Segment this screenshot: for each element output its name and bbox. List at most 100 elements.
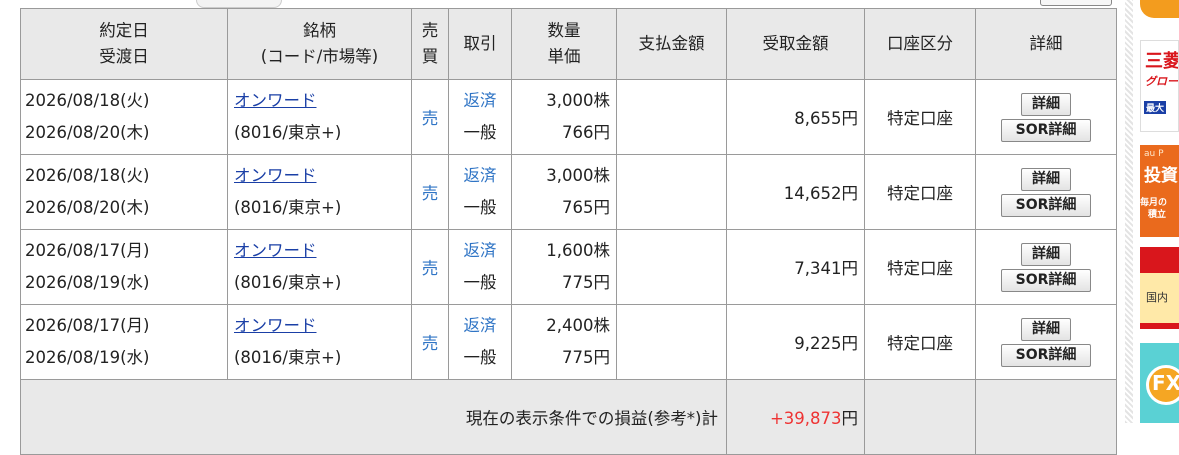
total-profit-number: +39,873 <box>769 409 842 428</box>
total-empty-account <box>864 379 976 455</box>
pay-cell <box>616 304 727 380</box>
stock-code: (8016/東京+) <box>234 198 342 217</box>
quantity: 1,600株 <box>546 241 610 260</box>
pay-cell <box>616 79 727 155</box>
stock-name-link[interactable]: オンワード <box>234 91 317 110</box>
name-cell: オンワード (8016/東京+) <box>227 154 412 230</box>
qty-cell: 3,000株 766円 <box>511 79 617 155</box>
side-cell: 売 <box>411 79 449 155</box>
trade-kind: 一般 <box>463 123 497 142</box>
receive-cell: 7,341円 <box>726 229 865 305</box>
detail-button[interactable]: 詳細 <box>1021 92 1071 116</box>
trade-type: 返済 <box>463 166 497 185</box>
trade-type: 返済 <box>463 241 497 260</box>
detail-button[interactable]: 詳細 <box>1021 167 1071 191</box>
total-value: +39,873円 <box>726 379 865 455</box>
qty-cell: 3,000株 765円 <box>511 154 617 230</box>
detail-button[interactable]: 詳細 <box>1021 317 1071 341</box>
unit-price: 766円 <box>562 123 610 142</box>
qty-cell: 2,400株 775円 <box>511 304 617 380</box>
sor-detail-button[interactable]: SOR詳細 <box>1001 268 1091 292</box>
trade-type: 返済 <box>463 316 497 335</box>
account-cell: 特定口座 <box>864 79 976 155</box>
header-qty-price[interactable]: 数量 単価 <box>511 8 617 80</box>
settle-date: 2026/08/20(木) <box>25 198 150 217</box>
ad-banner-4[interactable]: 国内 <box>1140 247 1179 329</box>
header-account[interactable]: 口座区分 <box>864 8 976 80</box>
trade-history-table: 約定日 受渡日 銘柄 (コード/市場等) 売買 取引 数量 単価 支払金額 受取金額 … <box>20 8 1117 455</box>
total-empty-detail <box>975 379 1117 455</box>
header-trade[interactable]: 取引 <box>448 8 512 80</box>
header-side[interactable]: 売買 <box>411 8 449 80</box>
receive-cell: 14,652円 <box>726 154 865 230</box>
ad-banner-3[interactable]: au P 投資 毎月の 積立 <box>1140 145 1179 237</box>
filter-pill[interactable] <box>196 0 282 8</box>
name-cell: オンワード (8016/東京+) <box>227 304 412 380</box>
settle-date: 2026/08/19(水) <box>25 348 150 367</box>
ad3-line4: 積立 <box>1148 210 1167 220</box>
table-row: 2026/08/18(火) 2026/08/20(木) オンワード (8016/東京… <box>20 79 1117 155</box>
trade-cell: 返済 一般 <box>448 154 512 230</box>
ad2-title: 三菱 <box>1145 51 1179 72</box>
trade-kind: 一般 <box>463 348 497 367</box>
date-cell: 2026/08/18(火) 2026/08/20(木) <box>20 79 228 155</box>
trade-kind: 一般 <box>463 198 497 217</box>
sidebar-gutter <box>1125 0 1133 423</box>
stock-code: (8016/東京+) <box>234 123 342 142</box>
quantity: 3,000株 <box>546 91 610 110</box>
detail-button[interactable]: 詳細 <box>1021 242 1071 266</box>
pay-cell <box>616 154 727 230</box>
side-cell: 売 <box>411 304 449 380</box>
detail-cell: 詳細 SOR詳細 <box>975 79 1117 155</box>
table-header-row: 約定日 受渡日 銘柄 (コード/市場等) 売買 取引 数量 単価 支払金額 受取金額 … <box>20 8 1117 80</box>
ad3-title: 投資 <box>1144 166 1178 186</box>
top-strip <box>0 0 1125 8</box>
table-row: 2026/08/17(月) 2026/08/19(水) オンワード (8016/東京… <box>20 304 1117 380</box>
ad5-text: FX <box>1152 371 1179 395</box>
trade-cell: 返済 一般 <box>448 304 512 380</box>
stock-name-link[interactable]: オンワード <box>234 166 317 185</box>
total-row: 現在の表示条件での損益(参考*)計 +39,873円 <box>20 379 1117 455</box>
trade-date: 2026/08/18(火) <box>25 166 150 185</box>
settle-date: 2026/08/19(水) <box>25 273 150 292</box>
sor-detail-button[interactable]: SOR詳細 <box>1001 118 1091 142</box>
detail-cell: 詳細 SOR詳細 <box>975 229 1117 305</box>
ad-banner-1[interactable] <box>1140 0 1179 18</box>
trade-kind: 一般 <box>463 273 497 292</box>
header-dates[interactable]: 約定日 受渡日 <box>20 8 228 80</box>
trade-date: 2026/08/17(月) <box>25 316 150 335</box>
unit-price: 765円 <box>562 198 610 217</box>
sor-detail-button[interactable]: SOR詳細 <box>1001 343 1091 367</box>
total-label: 現在の表示条件での損益(参考*)計 <box>20 379 727 455</box>
stock-code: (8016/東京+) <box>234 348 342 367</box>
settle-date: 2026/08/20(木) <box>25 123 150 142</box>
ad3-brand: au P <box>1144 149 1164 159</box>
name-cell: オンワード (8016/東京+) <box>227 79 412 155</box>
date-cell: 2026/08/18(火) 2026/08/20(木) <box>20 154 228 230</box>
sor-detail-button[interactable]: SOR詳細 <box>1001 193 1091 217</box>
trade-date: 2026/08/18(火) <box>25 91 150 110</box>
header-receive[interactable]: 受取金額 <box>726 8 865 80</box>
ad-banner-5[interactable]: FX <box>1140 343 1179 423</box>
top-right-button[interactable] <box>1040 0 1112 6</box>
header-name[interactable]: 銘柄 (コード/市場等) <box>227 8 412 80</box>
quantity: 2,400株 <box>546 316 610 335</box>
stock-name-link[interactable]: オンワード <box>234 241 317 260</box>
ad4-text: 国内 <box>1146 291 1168 304</box>
total-profit-unit: 円 <box>841 409 859 428</box>
table-row: 2026/08/17(月) 2026/08/19(水) オンワード (8016/東京… <box>20 229 1117 305</box>
date-cell: 2026/08/17(月) 2026/08/19(水) <box>20 304 228 380</box>
ad2-badge: 最大 <box>1144 101 1167 114</box>
stock-name-link[interactable]: オンワード <box>234 316 317 335</box>
ad-banner-2[interactable]: 三菱 グロー 最大 <box>1140 40 1179 132</box>
quantity: 3,000株 <box>546 166 610 185</box>
unit-price: 775円 <box>562 273 610 292</box>
header-pay[interactable]: 支払金額 <box>616 8 727 80</box>
account-cell: 特定口座 <box>864 229 976 305</box>
ad2-subtitle: グロー <box>1145 75 1178 88</box>
qty-cell: 1,600株 775円 <box>511 229 617 305</box>
trade-cell: 返済 一般 <box>448 229 512 305</box>
name-cell: オンワード (8016/東京+) <box>227 229 412 305</box>
header-detail: 詳細 <box>975 8 1117 80</box>
receive-cell: 8,655円 <box>726 79 865 155</box>
